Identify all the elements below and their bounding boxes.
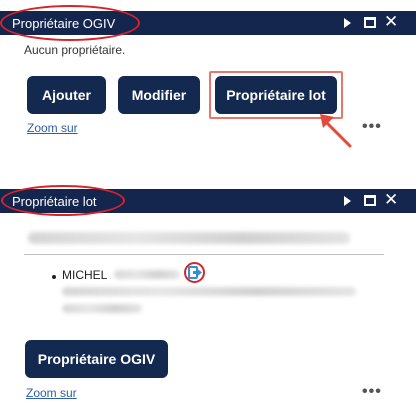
annotation-oval-panel1-title xyxy=(0,5,140,41)
divider xyxy=(24,254,384,255)
owner-name: MICHEL xyxy=(62,268,108,282)
arrow-annotation-icon xyxy=(320,114,352,148)
play-icon[interactable] xyxy=(339,193,355,209)
blurred-address-line-2 xyxy=(62,304,142,313)
exit-icon[interactable] xyxy=(184,262,205,283)
no-owner-text: Aucun propriétaire. xyxy=(24,43,126,57)
maximize-icon[interactable] xyxy=(362,15,378,31)
close-icon[interactable]: ✕ xyxy=(384,190,400,210)
owner-lot-button[interactable]: Propriétaire lot xyxy=(215,76,337,114)
more-icon[interactable]: ••• xyxy=(362,383,382,401)
blurred-address xyxy=(28,232,350,244)
list-bullet xyxy=(52,275,56,279)
blurred-owner-surname xyxy=(114,270,180,279)
close-icon[interactable]: ✕ xyxy=(384,12,400,32)
owner-ogiv-button[interactable]: Propriétaire OGIV xyxy=(25,340,168,378)
zoom-link-panel2[interactable]: Zoom sur xyxy=(26,386,77,400)
blurred-address-line-1 xyxy=(62,287,356,296)
annotation-oval-panel2-title xyxy=(1,185,125,216)
add-button[interactable]: Ajouter xyxy=(27,76,106,114)
play-icon[interactable] xyxy=(339,15,355,31)
zoom-link-panel1[interactable]: Zoom sur xyxy=(27,121,78,135)
edit-button[interactable]: Modifier xyxy=(118,76,200,114)
maximize-icon[interactable] xyxy=(362,193,378,209)
more-icon[interactable]: ••• xyxy=(362,118,382,136)
